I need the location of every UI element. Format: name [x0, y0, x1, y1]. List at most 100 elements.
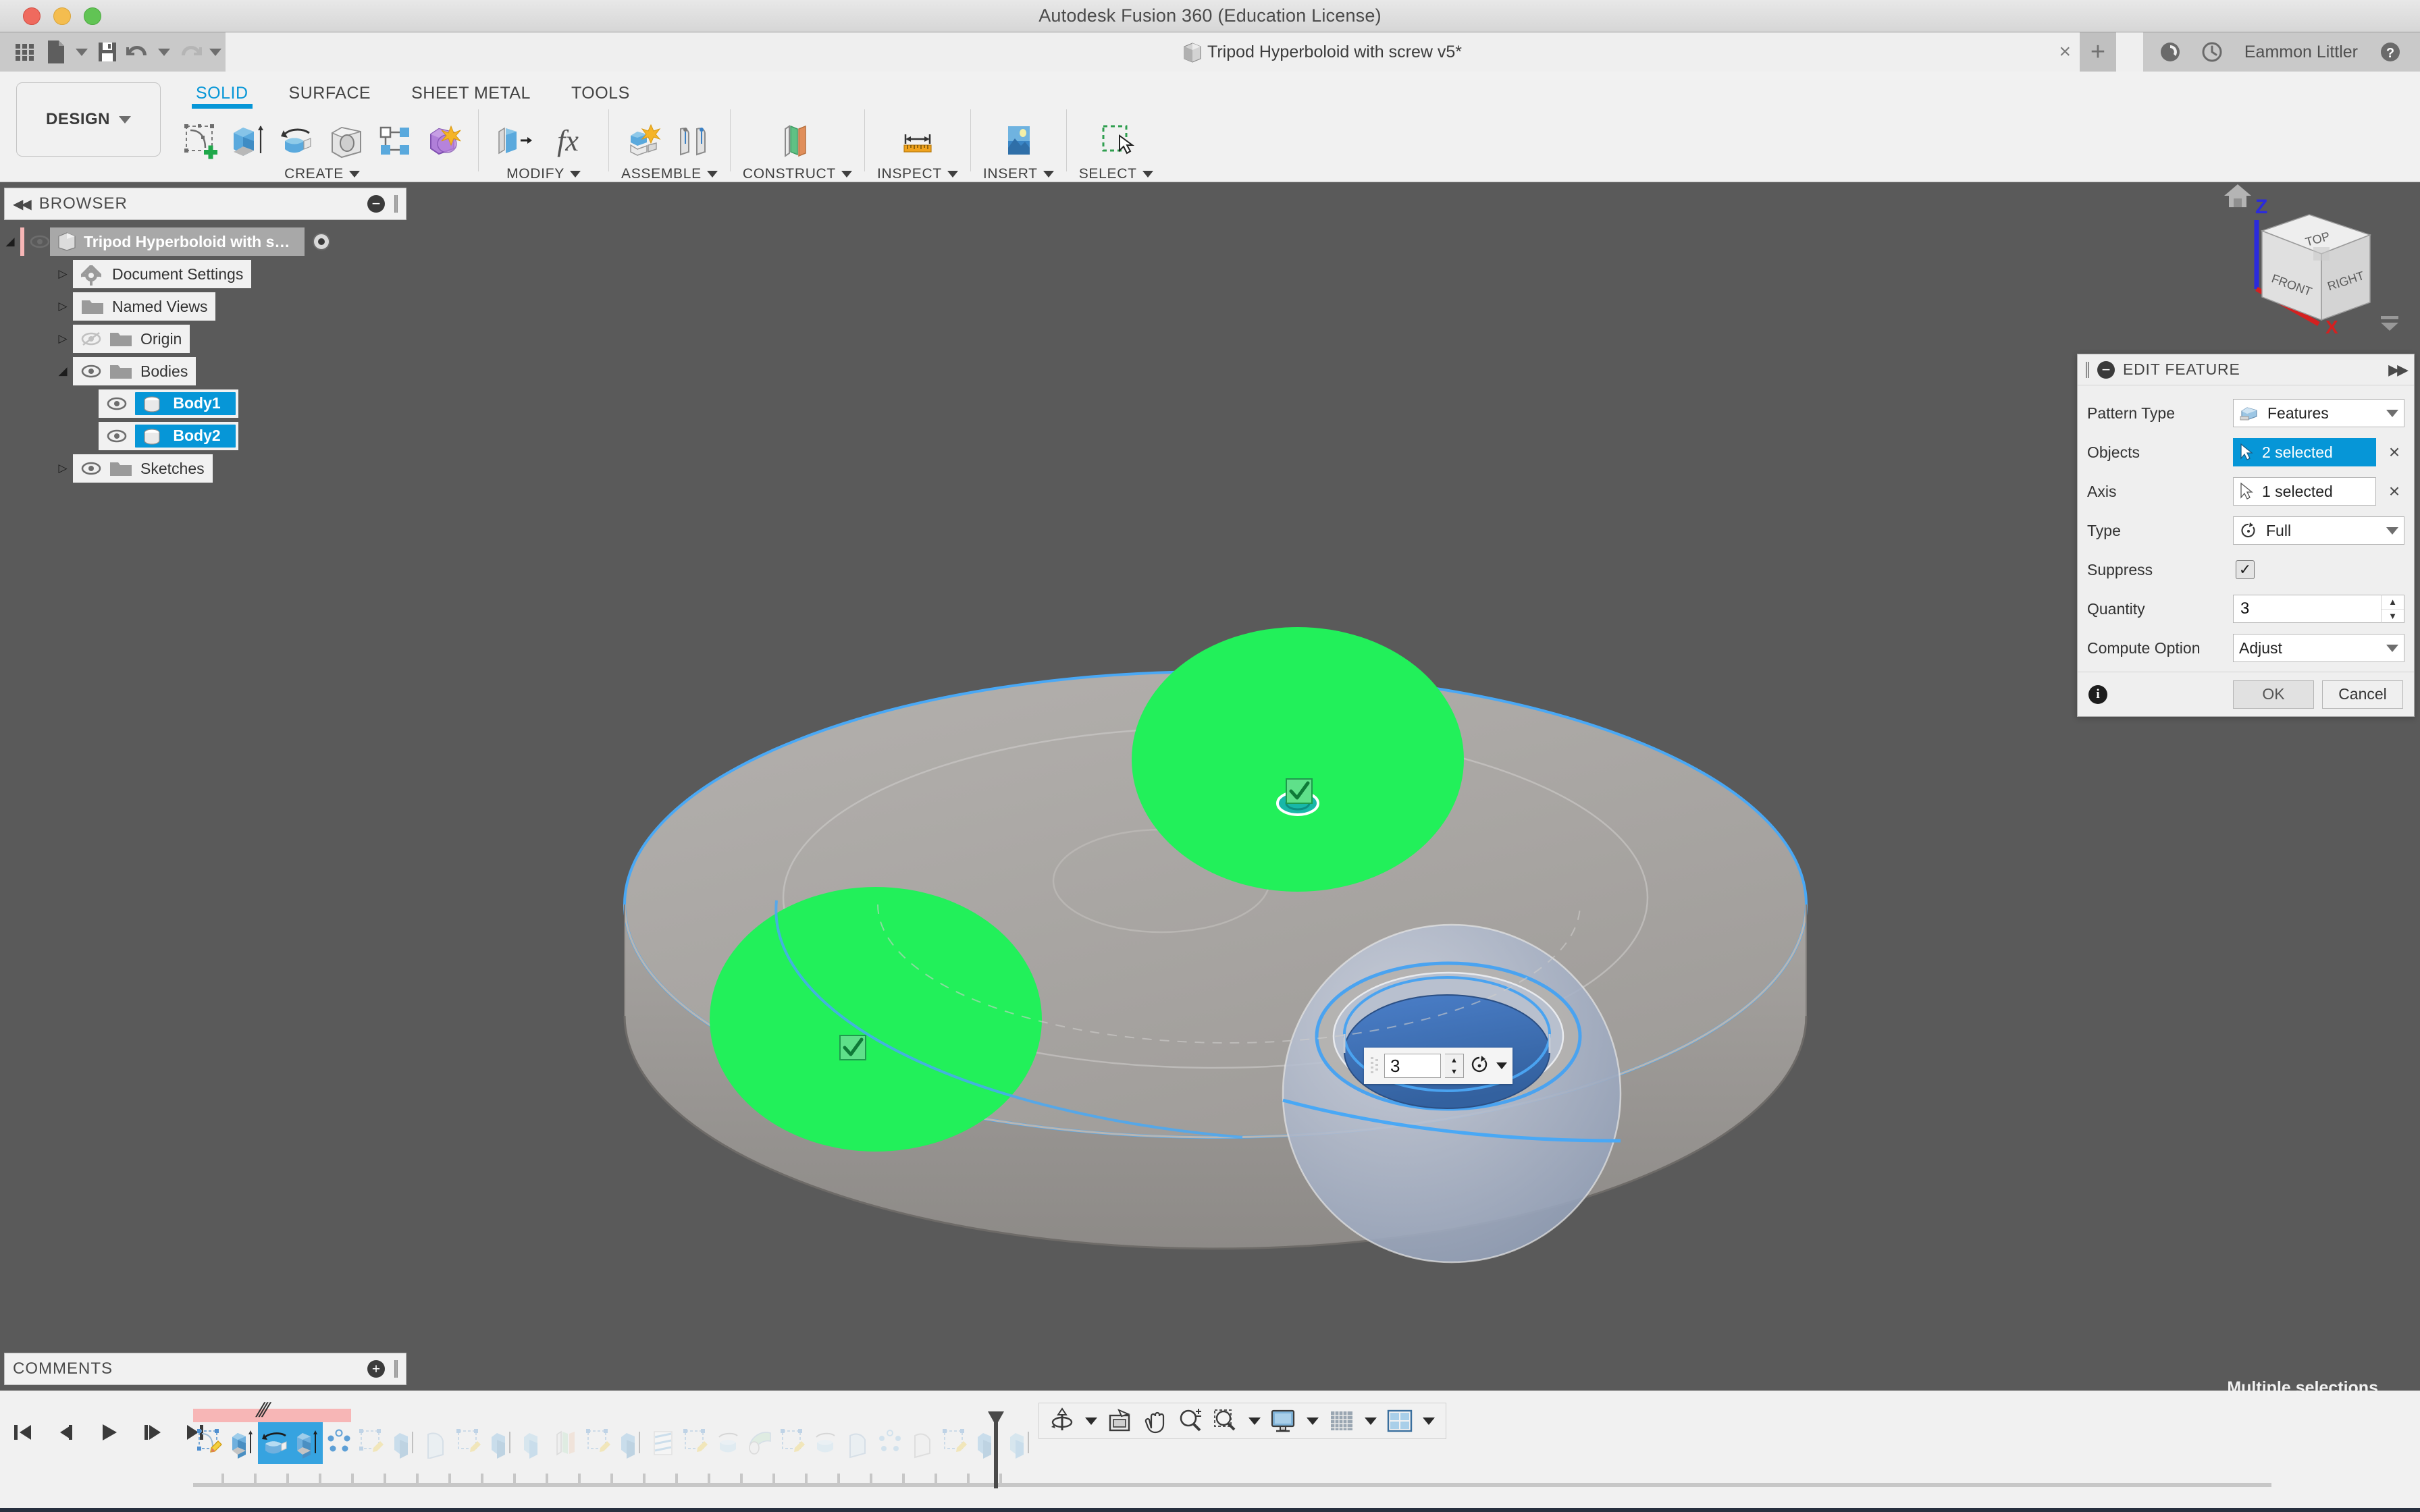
- measure-icon[interactable]: [889, 118, 946, 163]
- pattern-type-combo[interactable]: Features: [2233, 399, 2404, 427]
- body2-row[interactable]: Body2: [99, 422, 238, 450]
- timeline-item[interactable]: [647, 1422, 679, 1464]
- timeline-item-selected[interactable]: [258, 1422, 290, 1464]
- timeline-item[interactable]: [323, 1422, 355, 1464]
- objects-selection-field[interactable]: 2 selected: [2233, 438, 2376, 466]
- step-back-icon[interactable]: [53, 1420, 78, 1445]
- timeline-item[interactable]: [517, 1422, 550, 1464]
- app-grid-icon[interactable]: [9, 34, 41, 70]
- display-settings-icon[interactable]: [1269, 1406, 1298, 1436]
- manipulator-quantity-input[interactable]: 3: [1384, 1054, 1441, 1078]
- chevron-down-icon[interactable]: [2386, 645, 2398, 652]
- bodies-node[interactable]: Bodies: [73, 357, 196, 385]
- tree-row-bodies[interactable]: ◢ Bodies: [0, 355, 409, 387]
- timeline-item[interactable]: [388, 1422, 420, 1464]
- new-tab-button[interactable]: +: [2080, 32, 2116, 72]
- spinner-down-icon[interactable]: ▼: [1445, 1066, 1463, 1077]
- clear-objects-icon[interactable]: ×: [2384, 443, 2404, 462]
- inspect-group-label-row[interactable]: INSPECT: [877, 163, 958, 182]
- origin-node[interactable]: Origin: [73, 325, 190, 353]
- timeline-item[interactable]: [939, 1422, 971, 1464]
- expand-arrow-icon[interactable]: ◢: [0, 235, 20, 248]
- select-group-label-row[interactable]: SELECT: [1079, 163, 1153, 182]
- cancel-button[interactable]: Cancel: [2322, 680, 2403, 709]
- suppress-checkbox[interactable]: ✓: [2236, 560, 2255, 579]
- undo-dropdown-icon[interactable]: [154, 34, 174, 70]
- spinner-up-icon[interactable]: ▲: [2382, 595, 2404, 610]
- offset-plane-icon[interactable]: [769, 118, 826, 163]
- display-settings-dropdown-icon[interactable]: [1304, 1406, 1321, 1436]
- manipulator-dropdown-icon[interactable]: [1496, 1062, 1507, 1069]
- extrude-icon[interactable]: [227, 118, 271, 163]
- timeline-item[interactable]: [777, 1422, 809, 1464]
- window-select-icon[interactable]: [1094, 118, 1138, 163]
- hole-icon[interactable]: [324, 118, 369, 163]
- visibility-eye-icon[interactable]: [30, 234, 50, 249]
- tree-row-body1[interactable]: Body1: [0, 387, 409, 420]
- tree-row-named-views[interactable]: ▷ Named Views: [0, 290, 409, 323]
- timeline-item[interactable]: [582, 1422, 614, 1464]
- axis-selection-field[interactable]: 1 selected: [2233, 477, 2376, 506]
- timeline-marker-icon[interactable]: [986, 1410, 1005, 1486]
- view-cube[interactable]: Z X TOP FRONT RIGHT: [2200, 182, 2402, 339]
- timeline-item[interactable]: [452, 1422, 485, 1464]
- timeline-item[interactable]: [485, 1422, 517, 1464]
- visibility-eye-icon[interactable]: [107, 396, 127, 411]
- document-tab[interactable]: Tripod Hyperboloid with screw v5*: [1184, 43, 1462, 62]
- play-icon[interactable]: [96, 1420, 122, 1445]
- tab-sheet-metal[interactable]: SHEET METAL: [391, 76, 551, 110]
- body1-node[interactable]: Body1: [135, 392, 236, 415]
- collapse-arrow-icon[interactable]: ◢: [53, 364, 73, 378]
- expand-arrow-icon[interactable]: ▷: [53, 332, 73, 346]
- new-file-dropdown-icon[interactable]: [72, 34, 92, 70]
- double-chevron-right-icon[interactable]: ▶▶: [2388, 361, 2406, 379]
- root-node[interactable]: Tripod Hyperboloid with s…: [50, 227, 305, 256]
- timeline-item[interactable]: [1003, 1422, 1036, 1464]
- close-tab-icon[interactable]: ×: [2059, 42, 2071, 62]
- manipulator-spinner[interactable]: ▲ ▼: [1445, 1054, 1464, 1078]
- look-at-icon[interactable]: [1105, 1406, 1135, 1436]
- press-pull-icon[interactable]: [491, 118, 535, 163]
- timeline-item[interactable]: [355, 1422, 388, 1464]
- timeline-item[interactable]: [874, 1422, 906, 1464]
- viewports-icon[interactable]: [1385, 1406, 1415, 1436]
- zoom-icon[interactable]: [1176, 1406, 1205, 1436]
- minimize-window-button[interactable]: [53, 7, 71, 25]
- collapse-panel-icon[interactable]: ◀◀: [13, 196, 30, 213]
- timeline-item[interactable]: [679, 1422, 712, 1464]
- info-icon[interactable]: i: [2088, 685, 2107, 704]
- tree-row-root[interactable]: ◢ Tripod Hyperboloid with s…: [0, 225, 409, 258]
- zoom-window-icon[interactable]: [1211, 1406, 1240, 1436]
- assemble-group-label-row[interactable]: ASSEMBLE: [621, 163, 718, 182]
- drag-handle-icon[interactable]: [1369, 1056, 1380, 1076]
- tree-row-sketches[interactable]: ▷ Sketches: [0, 452, 409, 485]
- body1-row[interactable]: Body1: [99, 389, 238, 418]
- minimize-panel-icon[interactable]: −: [367, 195, 385, 213]
- grid-dropdown-icon[interactable]: [1362, 1406, 1379, 1436]
- expand-arrow-icon[interactable]: ▷: [53, 462, 73, 475]
- construct-group-label-row[interactable]: CONSTRUCT: [743, 163, 852, 182]
- type-combo[interactable]: Full: [2233, 516, 2404, 545]
- tree-row-origin[interactable]: ▷ Origin: [0, 323, 409, 355]
- minus-circle-icon[interactable]: −: [2097, 361, 2115, 379]
- full-rotation-icon[interactable]: [1468, 1054, 1492, 1078]
- add-comment-icon[interactable]: +: [367, 1360, 385, 1378]
- modify-group-label-row[interactable]: MODIFY: [506, 163, 581, 182]
- grid-snap-icon[interactable]: [1327, 1406, 1357, 1436]
- pattern-icon[interactable]: [373, 118, 417, 163]
- skip-to-start-icon[interactable]: [9, 1420, 35, 1445]
- undo-icon[interactable]: [123, 34, 154, 70]
- pan-icon[interactable]: [1140, 1406, 1170, 1436]
- create-sketch-icon[interactable]: [178, 118, 223, 163]
- panel-grip[interactable]: [394, 1360, 398, 1378]
- chevron-down-icon[interactable]: [2386, 527, 2398, 535]
- tab-surface[interactable]: SURFACE: [269, 76, 392, 110]
- create-group-label-row[interactable]: CREATE: [284, 163, 360, 182]
- user-name-label[interactable]: Eammon Littler: [2240, 43, 2362, 62]
- visibility-eye-off-icon[interactable]: [81, 331, 101, 346]
- tree-row-body2[interactable]: Body2: [0, 420, 409, 452]
- expand-arrow-icon[interactable]: ▷: [53, 267, 73, 281]
- spinner-up-icon[interactable]: ▲: [1445, 1054, 1463, 1066]
- panel-grip[interactable]: [394, 195, 398, 213]
- ok-button[interactable]: OK: [2233, 680, 2314, 709]
